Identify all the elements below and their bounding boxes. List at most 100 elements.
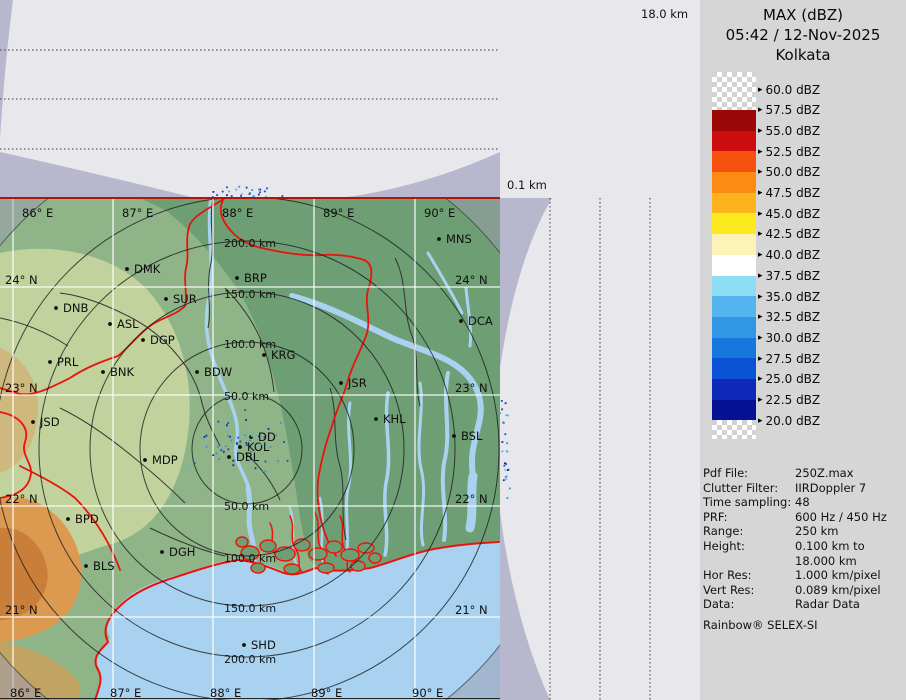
echo-pixel	[217, 446, 219, 448]
metadata-value: 18.000 km	[795, 554, 903, 569]
metadata-row: Vert Res:0.089 km/pixel	[703, 583, 903, 598]
echo-pixel	[231, 440, 233, 442]
swatch-color	[712, 172, 756, 193]
echo-pixel	[194, 462, 196, 464]
metadata-row: 18.000 km	[703, 554, 903, 569]
station-code: MDP	[152, 453, 178, 467]
swatch-color	[712, 131, 756, 152]
legend-entry: ▸22.5 dBZ	[758, 393, 820, 408]
swatch-color	[712, 213, 756, 234]
echo-pixel	[263, 470, 265, 472]
product-title: MAX (dBZ)	[700, 5, 906, 25]
swatch-color	[712, 358, 756, 379]
echo-pixel	[229, 436, 231, 438]
echo-pixel	[239, 441, 241, 443]
coverage-wedge	[0, 0, 13, 140]
legend-entry-label: 52.5 dBZ	[766, 145, 821, 159]
swatch-color	[712, 151, 756, 172]
top-panel-graphic	[0, 0, 500, 198]
legend-entry: ▸32.5 dBZ	[758, 310, 820, 325]
echo-pixel	[250, 451, 252, 453]
echo-pixel	[504, 433, 506, 435]
station-dot	[101, 370, 105, 374]
echo-pixel	[226, 424, 228, 426]
legend-entry: ▸52.5 dBZ	[758, 144, 820, 159]
metadata-value: Radar Data	[795, 597, 903, 612]
station-dot	[195, 370, 199, 374]
station-dot	[164, 297, 168, 301]
station-dot	[452, 434, 456, 438]
arrow-icon: ▸	[758, 229, 763, 239]
metadata-row: Time sampling:48	[703, 495, 903, 510]
arrow-icon: ▸	[758, 85, 763, 95]
swatch-color	[712, 193, 756, 214]
arrow-icon: ▸	[758, 312, 763, 322]
swatch-color	[712, 255, 756, 276]
echo-pixel	[227, 435, 229, 437]
station-code: JSR	[347, 376, 367, 390]
legend-entry: ▸42.5 dBZ	[758, 227, 820, 242]
echo-pixel	[505, 469, 507, 471]
legend-entry-label: 20.0 dBZ	[766, 414, 821, 428]
echo-pixel	[201, 437, 203, 439]
echo-pixel	[223, 451, 225, 453]
latitude-label: 21° N	[5, 603, 38, 617]
map-graphic: 50.0 km50.0 km100.0 km100.0 km150.0 km15…	[0, 198, 500, 700]
vertical-projection-right-panel	[500, 198, 706, 700]
echo-pixel	[507, 415, 509, 417]
arrow-icon: ▸	[758, 250, 763, 260]
echo-pixel	[501, 408, 503, 410]
station-name: Kolkata	[700, 45, 906, 65]
echo-pixel	[276, 435, 278, 437]
station-code: BPD	[75, 512, 99, 526]
echo-pixel	[251, 189, 253, 191]
echo-pixel	[505, 476, 507, 478]
legend-entry-label: 55.0 dBZ	[766, 124, 821, 138]
station-dot	[160, 550, 164, 554]
swatch-transparent	[712, 420, 756, 439]
metadata-value: 48	[795, 495, 903, 510]
echo-pixel	[235, 189, 237, 191]
swatch-color	[712, 110, 756, 131]
height-gridlines	[550, 198, 650, 700]
echo-pixel	[237, 437, 239, 439]
station-dot	[437, 237, 441, 241]
echo-pixel	[227, 422, 229, 424]
station-code: BRP	[244, 271, 267, 285]
vertical-projection-top-panel	[0, 0, 500, 198]
range-ring-label: 100.0 km	[224, 338, 276, 351]
coverage-wedge	[340, 152, 500, 198]
station-code: DGP	[150, 333, 175, 347]
range-ring-label: 50.0 km	[224, 500, 269, 513]
arrow-icon: ▸	[758, 147, 763, 157]
station-code: SHD	[251, 638, 276, 652]
echo-pixel	[244, 409, 246, 411]
radar-display-window: 50.0 km50.0 km100.0 km100.0 km150.0 km15…	[0, 0, 906, 700]
station-code: DMK	[134, 262, 161, 276]
swatch-color	[712, 234, 756, 255]
legend-entry-label: 60.0 dBZ	[766, 83, 821, 97]
metadata-label: PRF:	[703, 510, 795, 525]
echo-pixel	[251, 435, 253, 437]
swatch-color	[712, 296, 756, 317]
station-dot	[242, 643, 246, 647]
echo-pixel	[265, 461, 267, 463]
station-code: DNB	[63, 301, 88, 315]
legend-entry: ▸20.0 dBZ	[758, 413, 820, 428]
latitude-label: 22° N	[5, 492, 38, 506]
arrow-icon: ▸	[758, 126, 763, 136]
echo-pixel	[504, 465, 506, 467]
swatch-color	[712, 276, 756, 297]
legend-entry: ▸47.5 dBZ	[758, 186, 820, 201]
echo-pixel	[246, 442, 248, 444]
metadata-row: Data:Radar Data	[703, 597, 903, 612]
echo-pixel	[218, 458, 220, 460]
legend-entry-label: 35.0 dBZ	[766, 290, 821, 304]
software-credit: Rainbow® SELEX-SI	[703, 618, 818, 632]
legend-entry-label: 45.0 dBZ	[766, 207, 821, 221]
echo-pixel	[503, 479, 505, 481]
station-dot	[339, 381, 343, 385]
metadata-row: Hor Res:1.000 km/pixel	[703, 568, 903, 583]
station-code: DCA	[468, 314, 493, 328]
echo-pixel	[503, 422, 505, 424]
